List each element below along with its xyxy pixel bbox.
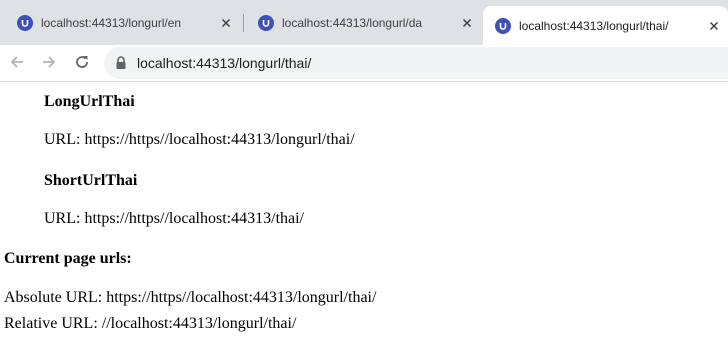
tab-divider (243, 14, 244, 32)
back-arrow-icon[interactable] (3, 48, 31, 76)
lock-icon[interactable] (115, 56, 127, 70)
app-favicon-icon (258, 14, 274, 31)
absolute-url-value: Absolute URL: https://https//localhost:4… (4, 289, 377, 306)
browser-toolbar: localhost:44313/longurl/thai/ (0, 45, 728, 82)
reload-icon[interactable] (68, 48, 96, 76)
tab-title: localhost:44313/longurl/da (282, 15, 423, 30)
tab-title: localhost:44313/longurl/en (41, 15, 182, 30)
relative-url-value: Relative URL: //localhost:44313/longurl/… (4, 315, 297, 332)
long-url-value: URL: https://https//localhost:44313/long… (44, 131, 355, 148)
app-favicon-icon (495, 17, 511, 34)
short-url-heading: ShortUrlThai (44, 172, 138, 189)
tab-longurl-da[interactable]: localhost:44313/longurl/da (246, 7, 481, 38)
close-icon[interactable] (706, 18, 722, 34)
tab-longurl-en[interactable]: localhost:44313/longurl/en (0, 7, 242, 38)
close-icon[interactable] (218, 15, 234, 31)
short-url-value: URL: https://https//localhost:44313/thai… (44, 210, 304, 227)
tab-title: localhost:44313/longurl/thai/ (519, 18, 669, 33)
address-bar[interactable]: localhost:44313/longurl/thai/ (104, 47, 728, 79)
tab-strip: localhost:44313/longurl/en localhost:443… (0, 0, 728, 45)
long-url-heading: LongUrlThai (44, 93, 135, 110)
current-page-urls-heading: Current page urls: (4, 250, 132, 267)
close-icon[interactable] (459, 15, 475, 31)
forward-arrow-icon[interactable] (35, 48, 63, 76)
tab-longurl-thai[interactable]: localhost:44313/longurl/thai/ (483, 6, 728, 45)
app-favicon-icon (17, 14, 33, 31)
address-text[interactable]: localhost:44313/longurl/thai/ (137, 55, 311, 71)
